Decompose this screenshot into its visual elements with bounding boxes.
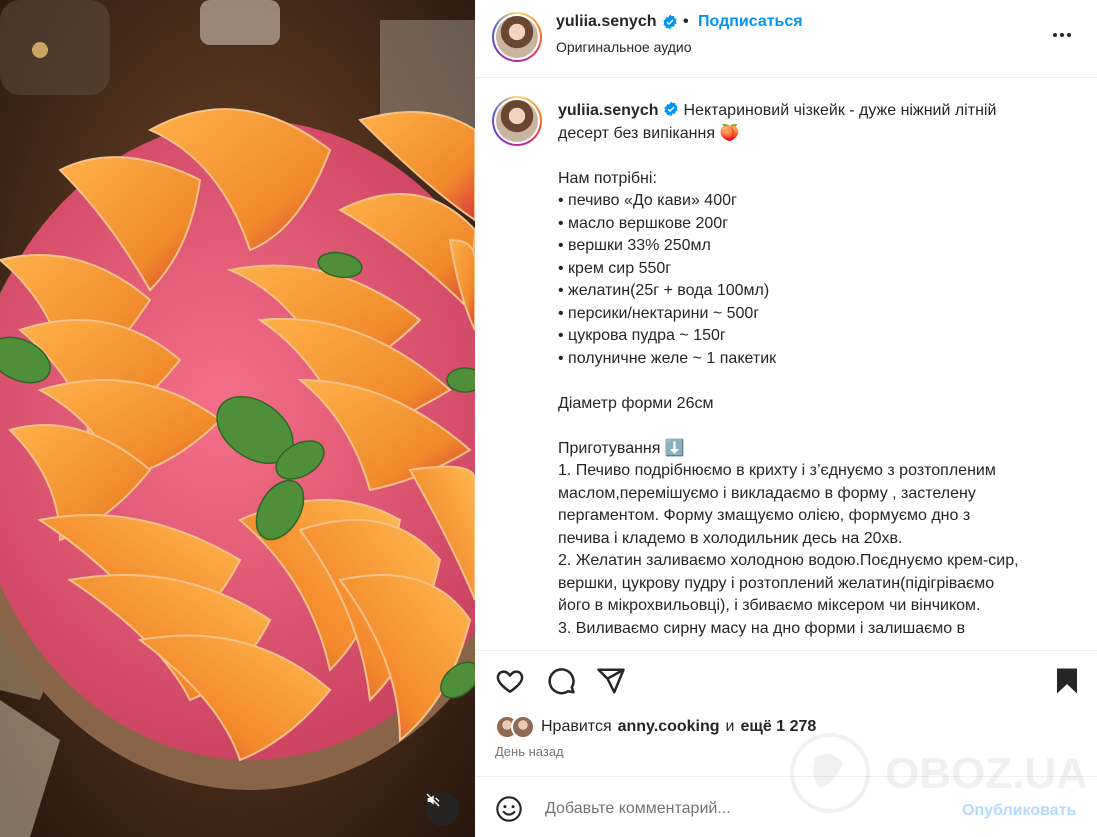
liker-username[interactable]: anny.cooking xyxy=(618,718,720,736)
caption-line: печива і кладемо в холодильник десь на 2… xyxy=(558,529,903,547)
cheesecake-photo xyxy=(0,0,475,837)
mute-button[interactable] xyxy=(425,792,459,826)
avatar xyxy=(511,715,535,739)
action-bar xyxy=(475,650,1097,710)
caption-line: Нам потрібні: xyxy=(558,169,657,187)
mute-icon xyxy=(426,793,440,807)
verified-icon xyxy=(663,101,678,117)
heart-icon[interactable] xyxy=(495,666,525,696)
caption-line: • печиво «До кави» 400г xyxy=(558,192,737,209)
more-icon xyxy=(1053,33,1057,37)
follow-button[interactable]: Подписаться xyxy=(698,13,803,31)
caption-line: Діаметр форми 26см xyxy=(558,394,714,412)
verified-icon xyxy=(662,14,677,30)
author-avatar[interactable] xyxy=(492,12,542,62)
caption-line: • полуничне желе ~ 1 пакетик xyxy=(558,349,777,367)
caption-line: вершки, цукрову пудру і розтоплений жела… xyxy=(558,574,995,592)
caption-line: • масло вершкове 200г xyxy=(558,214,729,232)
post-header: yuliia.senych • Подписаться Оригинальное… xyxy=(475,0,1097,78)
audio-label[interactable]: Оригинальное аудио xyxy=(556,39,692,55)
caption-line: • вершки 33% 250мл xyxy=(558,237,711,254)
caption-username[interactable]: yuliia.senych xyxy=(558,102,659,119)
caption-line: • цукрова пудра ~ 150г xyxy=(558,327,726,344)
liker-avatars xyxy=(495,715,535,739)
emoji-icon[interactable] xyxy=(495,795,523,823)
caption-line: yuliia.senych Нектариновий чізкейк - дуже… xyxy=(558,101,997,119)
author-username[interactable]: yuliia.senych xyxy=(556,13,678,31)
caption-line: • желатин(25г + вода 100мл) xyxy=(558,282,770,299)
caption-line: 1. Печиво подрібнюємо в крихту і з’єднує… xyxy=(558,462,996,479)
likes-summary: Нравится anny.cooking и ещё 1 278 xyxy=(495,714,816,740)
post-details-panel: yuliia.senych • Подписаться Оригинальное… xyxy=(475,0,1097,837)
likes-prefix: Нравится xyxy=(541,718,612,735)
watermark-text: OBOZ.UA xyxy=(885,749,1085,798)
caption-text: yuliia.senych Нектариновий чізкейк - дуже… xyxy=(558,100,1058,640)
caption-line: • крем сир 550г xyxy=(558,259,672,277)
caption-line: • персики/нектарини ~ 500г xyxy=(558,304,760,322)
caption-area: yuliia.senych Нектариновий чізкейк - дуже… xyxy=(475,78,1097,650)
comment-icon[interactable] xyxy=(546,666,576,696)
post-timestamp[interactable]: День назад xyxy=(495,744,564,759)
caption-avatar[interactable] xyxy=(492,96,542,146)
likes-middle: и xyxy=(725,718,735,735)
caption-line: 2. Желатин заливаємо холодною водою.Поєд… xyxy=(558,552,1019,569)
more-options-button[interactable] xyxy=(1053,33,1075,39)
bookmark-icon[interactable] xyxy=(1052,666,1082,696)
caption-line: пергаментом. Форму змащуємо олією, форму… xyxy=(558,507,971,524)
oboz-watermark: OBOZ.UA xyxy=(790,733,1085,813)
separator-dot: • xyxy=(683,13,689,30)
share-icon[interactable] xyxy=(596,666,626,696)
caption-line: Приготування ⬇️ xyxy=(558,439,685,457)
caption-line: десерт без випікання 🍑 xyxy=(558,124,740,142)
post-media[interactable] xyxy=(0,0,475,837)
caption-line: його в мікрохвильовці), і збиваємо міксе… xyxy=(558,597,981,614)
caption-line: маслом,перемішуємо і викладаємо в форму … xyxy=(558,484,976,502)
caption-line: 3. Виливаємо сирну масу на дно форми і з… xyxy=(558,619,966,637)
